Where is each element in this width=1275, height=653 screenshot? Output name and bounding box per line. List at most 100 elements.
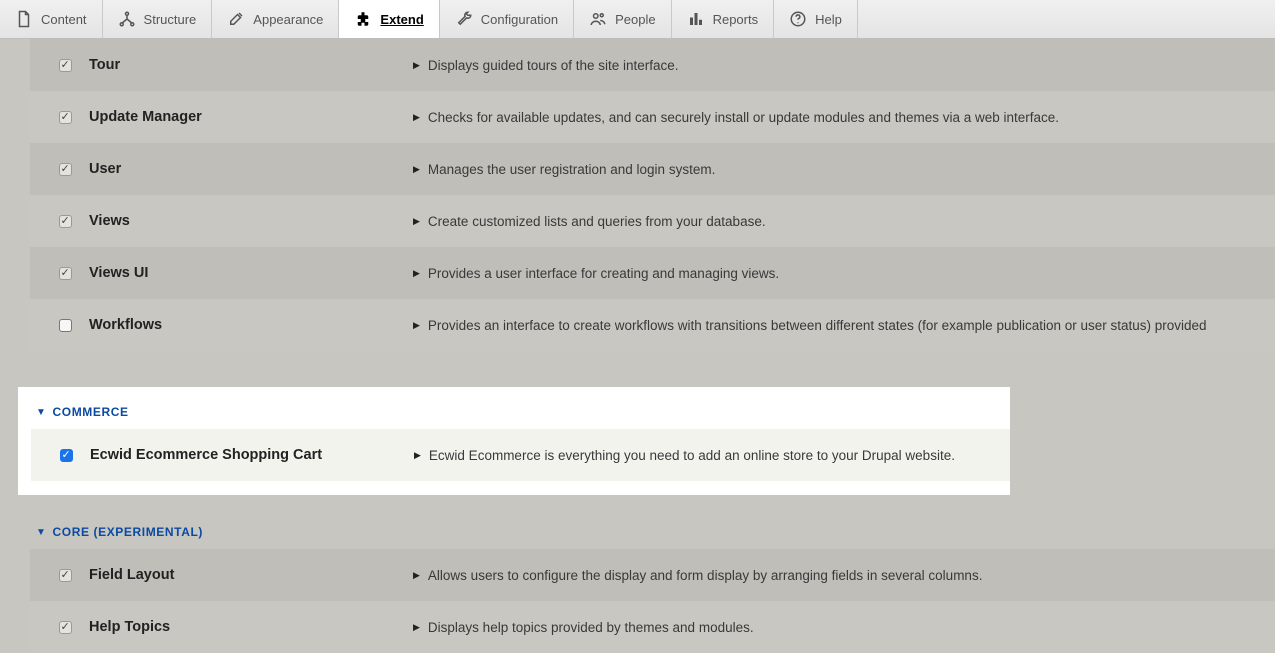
admin-toolbar: Content Structure Appearance Extend Conf… bbox=[0, 0, 1275, 39]
module-row: Update Manager▶ Checks for available upda… bbox=[30, 91, 1275, 143]
help-icon bbox=[789, 10, 807, 28]
people-icon bbox=[589, 10, 607, 28]
toolbar-content[interactable]: Content bbox=[0, 0, 103, 38]
triangle-right-icon: ▶ bbox=[414, 450, 421, 461]
core-exp-header[interactable]: ▼ CORE (EXPERIMENTAL) bbox=[0, 495, 1275, 549]
module-description[interactable]: ▶ Checks for available updates, and can s… bbox=[413, 110, 1059, 125]
toolbar-appearance-label: Appearance bbox=[253, 12, 323, 27]
triangle-down-icon: ▼ bbox=[36, 527, 47, 538]
module-description-text: Ecwid Ecommerce is everything you need t… bbox=[429, 448, 955, 463]
module-row: Ecwid Ecommerce Shopping Cart▶ Ecwid Ecom… bbox=[31, 429, 1010, 481]
file-icon bbox=[15, 10, 33, 28]
module-checkbox[interactable] bbox=[60, 449, 73, 462]
module-description-text: Create customized lists and queries from… bbox=[428, 214, 766, 229]
module-description[interactable]: ▶ Create customized lists and queries fro… bbox=[413, 214, 766, 229]
toolbar-people-label: People bbox=[615, 12, 655, 27]
triangle-down-icon: ▼ bbox=[36, 407, 47, 418]
module-description-text: Provides a user interface for creating a… bbox=[428, 266, 779, 281]
toolbar-help[interactable]: Help bbox=[774, 0, 858, 38]
section-core-exp: ▼ CORE (EXPERIMENTAL) Field Layout▶Allow… bbox=[0, 495, 1275, 653]
module-row: Views UI▶ Provides a user interface for c… bbox=[30, 247, 1275, 299]
module-name[interactable]: Ecwid Ecommerce Shopping Cart bbox=[84, 447, 414, 463]
toolbar-help-label: Help bbox=[815, 12, 842, 27]
module-description-text: Checks for available updates, and can se… bbox=[428, 110, 1059, 125]
module-name[interactable]: User bbox=[83, 161, 413, 177]
module-name[interactable]: Help Topics bbox=[83, 619, 413, 635]
module-description-text: Manages the user registration and login … bbox=[428, 162, 715, 177]
module-description[interactable]: ▶ Manages the user registration and login… bbox=[413, 162, 715, 177]
triangle-right-icon: ▶ bbox=[413, 60, 420, 71]
module-row: Help Topics▶ Displays help topics provide… bbox=[30, 601, 1275, 653]
module-checkbox-wrap bbox=[47, 215, 83, 228]
toolbar-extend[interactable]: Extend bbox=[339, 0, 439, 38]
module-name[interactable]: Views bbox=[83, 213, 413, 229]
commerce-title: COMMERCE bbox=[53, 405, 129, 419]
structure-icon bbox=[118, 10, 136, 28]
triangle-right-icon: ▶ bbox=[413, 268, 420, 279]
module-row: Field Layout▶ Allows users to configure t… bbox=[30, 549, 1275, 601]
module-name[interactable]: Workflows bbox=[83, 317, 413, 333]
module-checkbox bbox=[59, 111, 72, 124]
module-row: User▶ Manages the user registration and l… bbox=[30, 143, 1275, 195]
module-description-text: Allows users to configure the display an… bbox=[428, 568, 983, 583]
module-description[interactable]: ▶ Provides an interface to create workflo… bbox=[413, 318, 1207, 333]
toolbar-structure-label: Structure bbox=[144, 12, 197, 27]
module-name[interactable]: Field Layout bbox=[83, 567, 413, 583]
module-description-text: Displays guided tours of the site interf… bbox=[428, 58, 679, 73]
module-row: Views▶ Create customized lists and querie… bbox=[30, 195, 1275, 247]
core-exp-rows: Field Layout▶Allows users to configure t… bbox=[0, 549, 1275, 653]
module-row: Workflows▶ Provides an interface to creat… bbox=[30, 299, 1275, 351]
module-description[interactable]: ▶ Displays help topics provided by themes… bbox=[413, 620, 754, 635]
module-name[interactable]: Views UI bbox=[83, 265, 413, 281]
toolbar-people[interactable]: People bbox=[574, 0, 671, 38]
triangle-right-icon: ▶ bbox=[413, 112, 420, 123]
toolbar-reports-label: Reports bbox=[713, 12, 759, 27]
module-checkbox bbox=[59, 163, 72, 176]
module-description[interactable]: ▶ Allows users to configure the display a… bbox=[413, 568, 982, 583]
triangle-right-icon: ▶ bbox=[413, 570, 420, 581]
section-commerce: ▼ COMMERCE Ecwid Ecommerce Shopping Cart… bbox=[18, 387, 1010, 495]
module-checkbox-wrap bbox=[47, 59, 83, 72]
section-core: Tour▶Displays guided tours of the site i… bbox=[0, 39, 1275, 351]
toolbar-configuration-label: Configuration bbox=[481, 12, 558, 27]
module-row: Tour▶ Displays guided tours of the site i… bbox=[30, 39, 1275, 91]
module-checkbox-wrap bbox=[47, 267, 83, 280]
reports-icon bbox=[687, 10, 705, 28]
module-checkbox[interactable] bbox=[59, 319, 72, 332]
module-description-text: Displays help topics provided by themes … bbox=[428, 620, 754, 635]
triangle-right-icon: ▶ bbox=[413, 320, 420, 331]
module-checkbox-wrap bbox=[48, 449, 84, 462]
module-checkbox bbox=[59, 59, 72, 72]
wrench-icon bbox=[455, 10, 473, 28]
toolbar-configuration[interactable]: Configuration bbox=[440, 0, 574, 38]
module-name[interactable]: Tour bbox=[83, 57, 413, 73]
module-checkbox bbox=[59, 621, 72, 634]
module-description-text: Provides an interface to create workflow… bbox=[428, 318, 1207, 333]
toolbar-appearance[interactable]: Appearance bbox=[212, 0, 339, 38]
module-description[interactable]: ▶ Displays guided tours of the site inter… bbox=[413, 58, 679, 73]
module-checkbox-wrap bbox=[47, 111, 83, 124]
triangle-right-icon: ▶ bbox=[413, 216, 420, 227]
triangle-right-icon: ▶ bbox=[413, 622, 420, 633]
core-exp-title: CORE (EXPERIMENTAL) bbox=[53, 525, 204, 539]
module-checkbox-wrap bbox=[47, 569, 83, 582]
toolbar-extend-label: Extend bbox=[380, 12, 423, 27]
commerce-header[interactable]: ▼ COMMERCE bbox=[18, 387, 1010, 429]
appearance-icon bbox=[227, 10, 245, 28]
module-checkbox-wrap bbox=[47, 163, 83, 176]
module-name[interactable]: Update Manager bbox=[83, 109, 413, 125]
core-rows: Tour▶Displays guided tours of the site i… bbox=[0, 39, 1275, 351]
commerce-rows: Ecwid Ecommerce Shopping Cart▶ Ecwid Ecom… bbox=[18, 429, 1010, 481]
module-checkbox-wrap bbox=[47, 621, 83, 634]
module-checkbox bbox=[59, 267, 72, 280]
toolbar-structure[interactable]: Structure bbox=[103, 0, 213, 38]
toolbar-reports[interactable]: Reports bbox=[672, 0, 775, 38]
toolbar-content-label: Content bbox=[41, 12, 87, 27]
triangle-right-icon: ▶ bbox=[413, 164, 420, 175]
module-checkbox bbox=[59, 215, 72, 228]
module-description[interactable]: ▶ Provides a user interface for creating … bbox=[413, 266, 779, 281]
module-checkbox bbox=[59, 569, 72, 582]
extend-icon bbox=[354, 10, 372, 28]
module-checkbox-wrap bbox=[47, 319, 83, 332]
module-description[interactable]: ▶ Ecwid Ecommerce is everything you need … bbox=[414, 448, 955, 463]
